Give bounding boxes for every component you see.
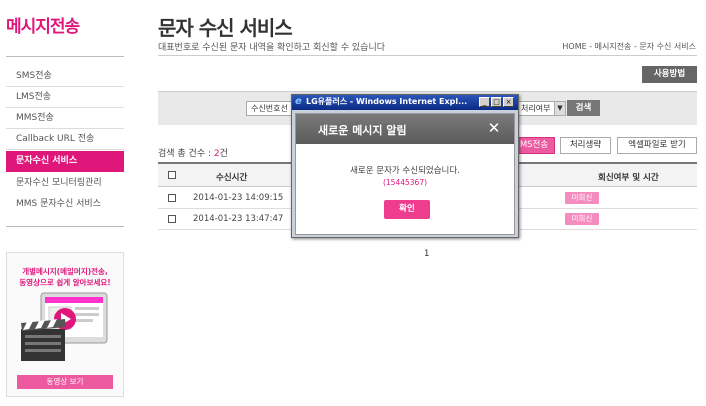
total-label: 검색 총 건수 : <box>158 149 214 159</box>
row-checkbox[interactable] <box>168 215 176 223</box>
row-checkbox[interactable] <box>168 194 176 202</box>
maximize-icon[interactable]: □ <box>491 97 502 107</box>
window-close-icon[interactable]: × <box>503 97 514 107</box>
dialog-title: 새로운 메시지 알림 <box>318 124 407 137</box>
sidebar-divider <box>6 226 124 227</box>
breadcrumb[interactable]: HOME - 메시지전송 - 문자 수신 서비스 <box>562 41 696 52</box>
close-icon[interactable]: ✕ <box>484 118 504 138</box>
total-unit: 건 <box>219 149 228 159</box>
search-field-value: 수신번호선 <box>251 104 288 113</box>
video-button[interactable]: 동영상 보기 <box>17 375 113 389</box>
popup-window: e LG유플러스 - Windows Internet Expl... _ □ … <box>291 94 519 238</box>
row-time: 2014-01-23 14:09:15 <box>193 193 284 203</box>
chevron-down-icon: ▼ <box>554 102 565 115</box>
sidebar-item-mms-receive[interactable]: MMS 문자수신 서비스 <box>6 194 124 215</box>
row-time: 2014-01-23 13:47:47 <box>193 214 284 224</box>
process-status-select[interactable]: 처리여부 ▼ <box>516 101 566 116</box>
page-title: 문자 수신 서비스 <box>158 16 293 40</box>
ie-icon: e <box>295 96 302 107</box>
window-title: LG유플러스 - Windows Internet Expl... <box>306 97 468 106</box>
reply-status-badge: 미회신 <box>565 192 599 204</box>
dialog-header: 새로운 메시지 알림 ✕ <box>296 114 514 144</box>
reply-status-badge: 미회신 <box>565 213 599 225</box>
minimize-icon[interactable]: _ <box>479 97 490 107</box>
promo-banner[interactable]: 개별메시지(메일머지)전송, 동영상으로 쉽게 알아보세요! 동영상 보기 <box>6 252 124 397</box>
video-illustration <box>21 292 108 361</box>
brand-title: 메시지전송 <box>6 17 80 37</box>
sidebar-item-callback-url[interactable]: Callback URL 전송 <box>6 129 124 150</box>
promo-line-1: 개별메시지(메일머지)전송, <box>22 267 108 276</box>
promo-line-2: 동영상으로 쉽게 알아보세요! <box>19 278 111 287</box>
excel-download-button[interactable]: 엑셀파일로 받기 <box>617 137 697 154</box>
select-all-checkbox[interactable] <box>168 171 176 179</box>
page-subtitle: 대표번호로 수신된 문자 내역을 확인하고 회신할 수 있습니다 <box>158 43 386 53</box>
dialog-message: 새로운 문자가 수신되었습니다. <box>350 166 460 176</box>
message-dialog: 새로운 메시지 알림 ✕ 새로운 문자가 수신되었습니다. (15445367)… <box>295 113 515 235</box>
skip-process-button[interactable]: 처리생략 <box>560 137 611 154</box>
sidebar-item-receive-monitoring[interactable]: 문자수신 모니터링관리 <box>6 173 124 194</box>
total-count: 검색 총 건수 : 2건 <box>158 146 228 159</box>
column-header-time: 수신시간 <box>216 173 248 183</box>
sidebar-item-lms[interactable]: LMS전송 <box>6 87 124 108</box>
usage-guide-button[interactable]: 사용방법 <box>642 66 697 83</box>
ok-button[interactable]: 확인 <box>384 200 430 219</box>
process-status-value: 처리여부 <box>521 104 551 113</box>
window-titlebar[interactable]: e LG유플러스 - Windows Internet Expl... _ □ … <box>292 95 518 110</box>
sidebar-divider <box>6 56 124 57</box>
sms-send-button[interactable]: MS전송 <box>513 137 555 154</box>
sidebar-item-sms[interactable]: SMS전송 <box>6 66 124 87</box>
sidebar-item-receive-service[interactable]: 문자수신 서비스 <box>6 151 124 172</box>
dialog-number: (15445367) <box>382 178 428 187</box>
search-button[interactable]: 검색 <box>567 100 600 116</box>
column-header-reply: 회신여부 및 시간 <box>598 173 659 183</box>
page-number[interactable]: 1 <box>424 249 429 259</box>
header-divider <box>158 55 697 56</box>
sidebar-item-mms[interactable]: MMS전송 <box>6 108 124 129</box>
